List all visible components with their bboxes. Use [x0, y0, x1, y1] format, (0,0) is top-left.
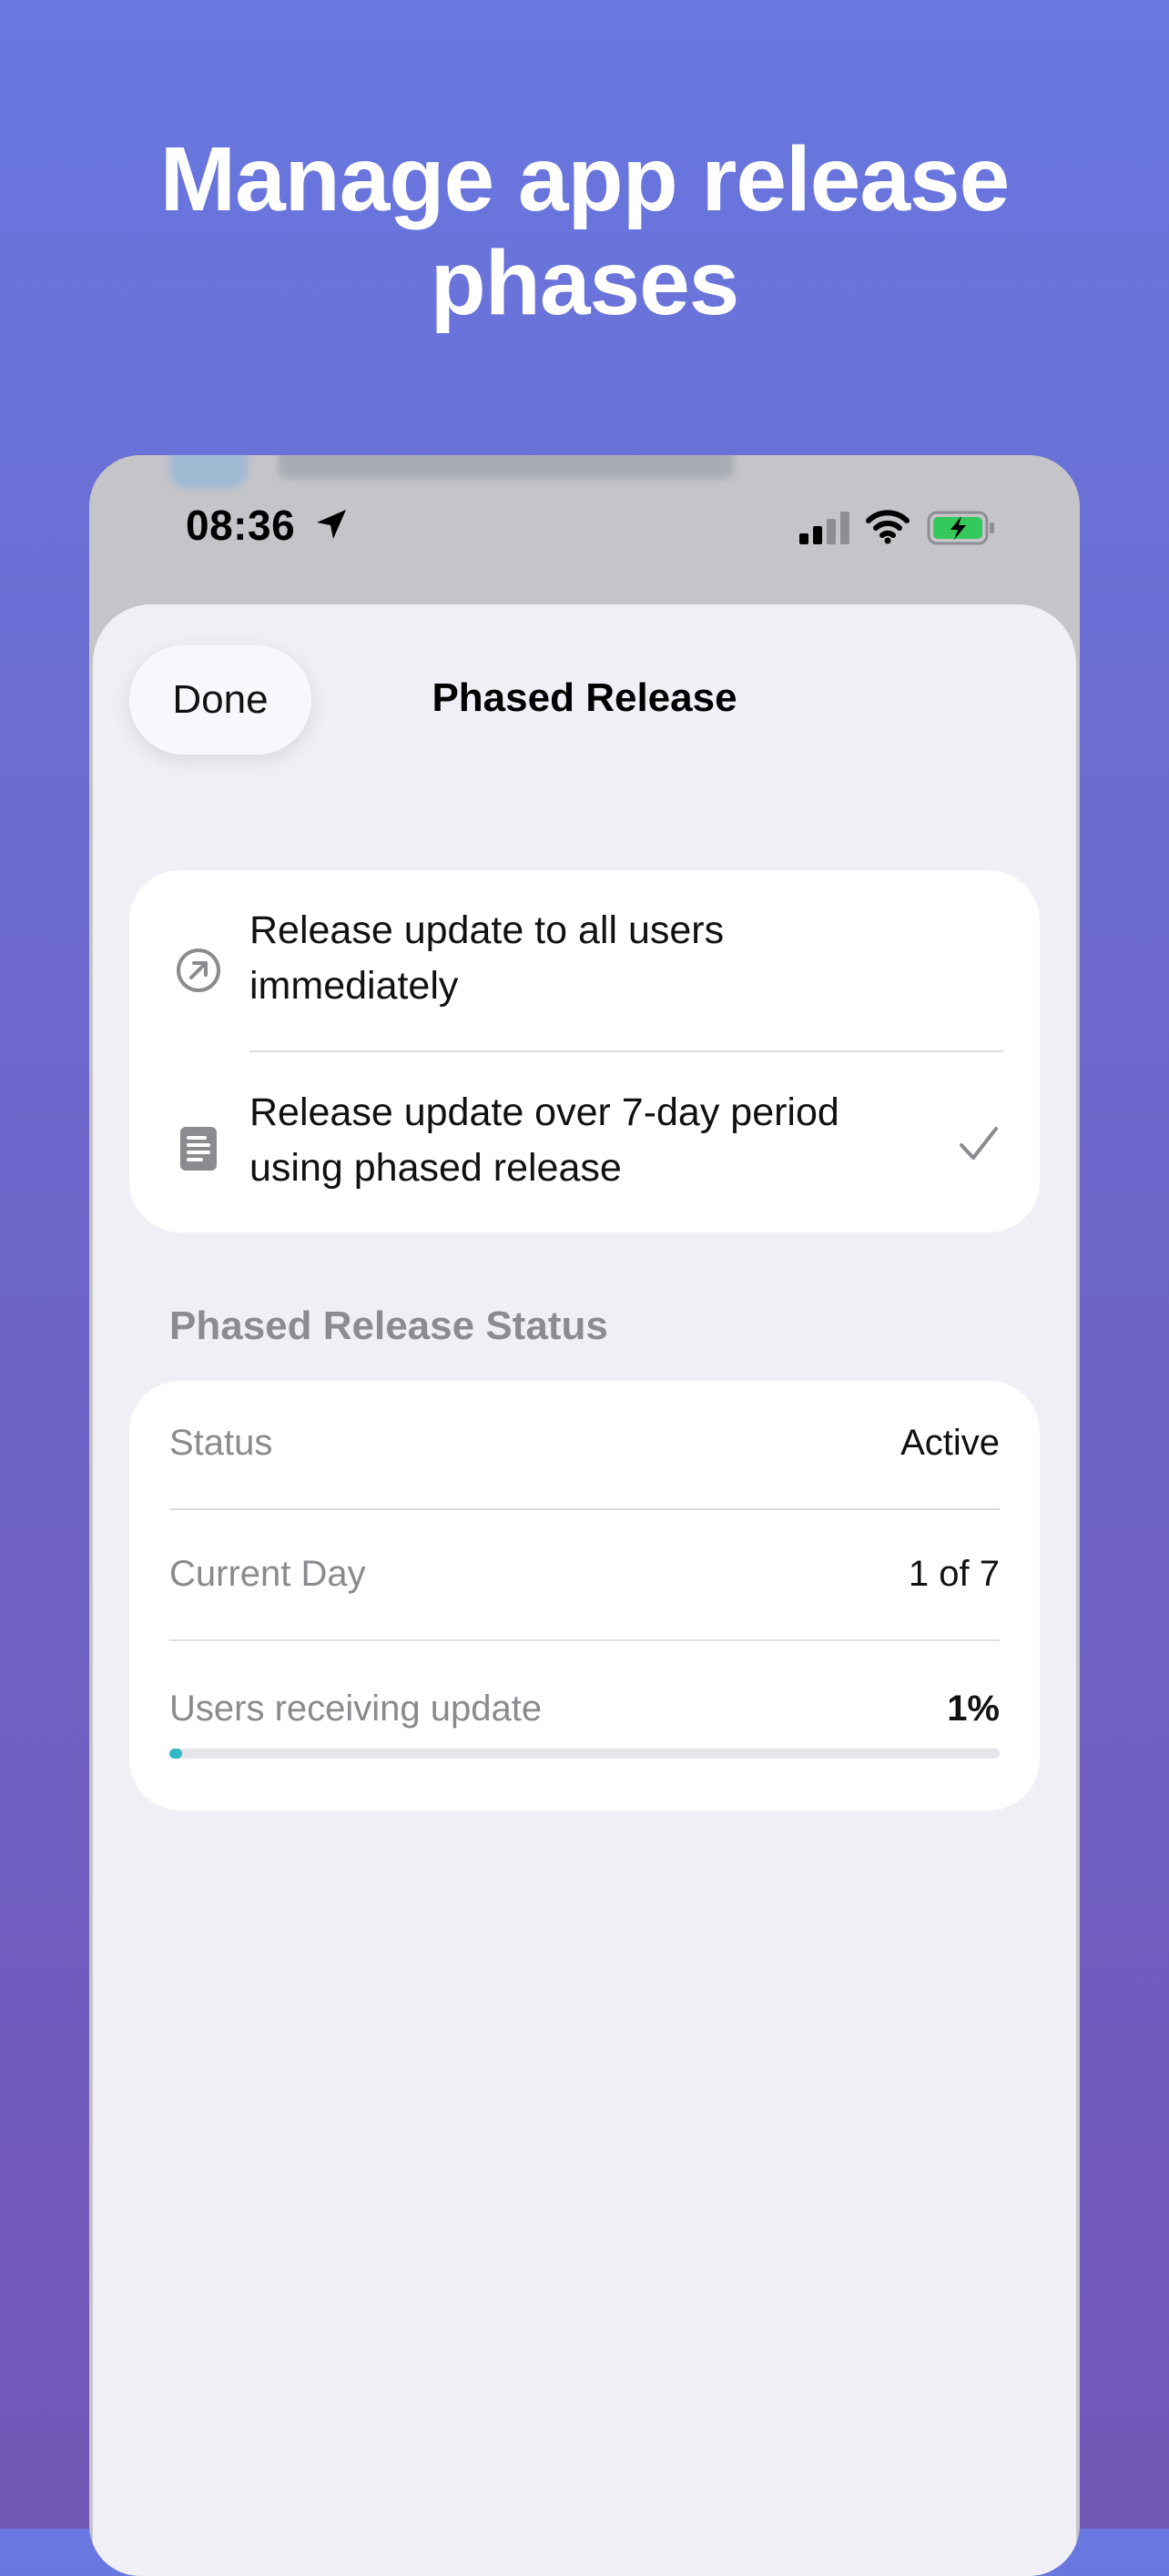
- status-label: Status: [169, 1423, 273, 1463]
- option-release-immediately[interactable]: Release update to all users immediately: [129, 903, 1040, 1021]
- location-arrow-icon: [317, 510, 346, 539]
- phone-screen: 08:36 Done Phased Release Release update…: [89, 455, 1080, 2576]
- status-time: 08:36: [186, 502, 296, 549]
- status-value: Active: [900, 1423, 1000, 1463]
- wifi-icon: [866, 510, 910, 544]
- section-header-status: Phased Release Status: [169, 1303, 608, 1348]
- phased-release-sheet: Done Phased Release Release update to al…: [93, 604, 1076, 2576]
- option-divider: [249, 1050, 1003, 1052]
- sheet-title: Phased Release: [432, 675, 737, 720]
- battery-charging-icon: [927, 511, 994, 545]
- release-status-card: Status Active Current Day 1 of 7 Users r…: [129, 1381, 1040, 1810]
- hero-title: Manage app release phases: [0, 127, 1169, 335]
- option-label-line-2: using phased release: [249, 1146, 622, 1190]
- rollout-progress-fill: [169, 1749, 182, 1759]
- cellular-signal-icon: [799, 512, 849, 544]
- option-label-line-1: Release update to all users: [249, 908, 725, 952]
- option-label: Release update over 7-day period using p…: [249, 1085, 941, 1196]
- hero-title-line-1: Manage app release: [159, 128, 1010, 230]
- users-receiving-label: Users receiving update: [169, 1689, 543, 1729]
- option-label-line-2: immediately: [249, 964, 459, 1008]
- document-icon: [180, 1127, 217, 1171]
- release-options-card: Release update to all users immediately …: [129, 870, 1040, 1232]
- status-bar: 08:36: [89, 455, 1080, 601]
- row-divider: [169, 1639, 1000, 1641]
- option-label: Release update to all users immediately: [249, 903, 941, 1014]
- row-divider: [169, 1508, 1000, 1510]
- checkmark-icon: [960, 1127, 998, 1160]
- option-phased-release[interactable]: Release update over 7-day period using p…: [129, 1085, 1040, 1203]
- arrow-up-right-circle-icon: [177, 948, 220, 992]
- current-day-label: Current Day: [169, 1554, 366, 1594]
- rollout-progress-bar: [169, 1749, 1000, 1759]
- hero-title-line-2: phases: [430, 232, 740, 334]
- users-receiving-value: 1%: [947, 1689, 1000, 1729]
- current-day-value: 1 of 7: [908, 1554, 1000, 1594]
- option-label-line-1: Release update over 7-day period: [249, 1090, 839, 1134]
